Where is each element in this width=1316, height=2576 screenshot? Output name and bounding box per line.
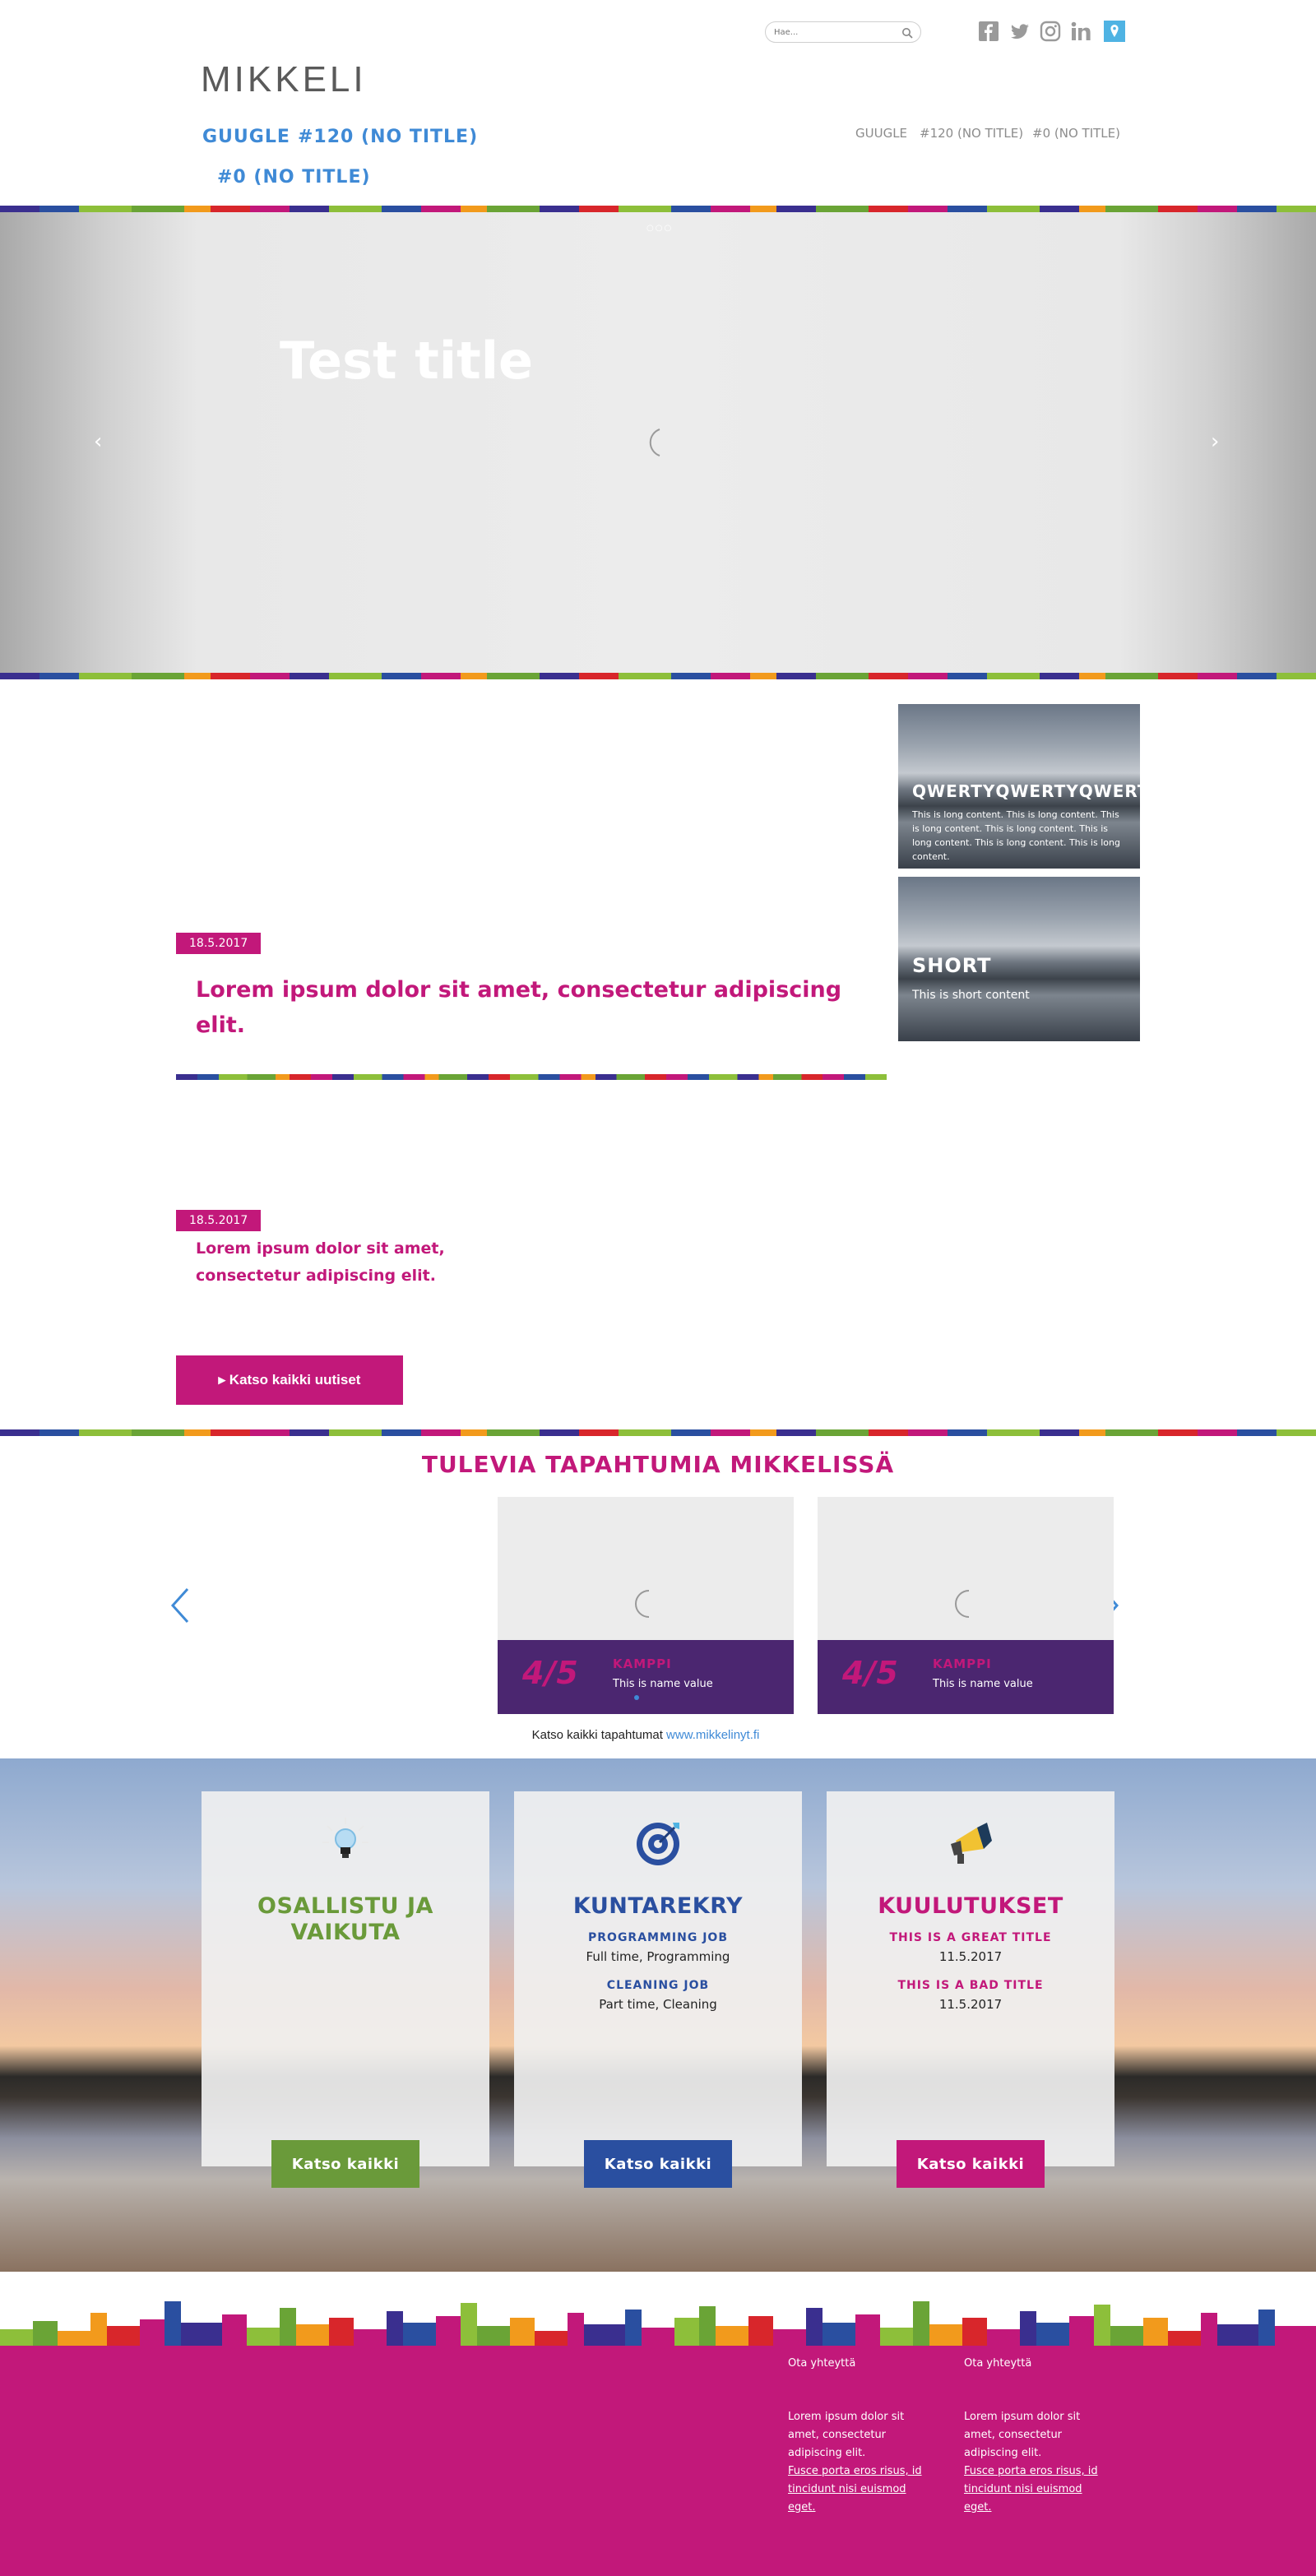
top-nav-item-0[interactable]: #0 (NO TITLE) xyxy=(1032,126,1120,141)
hero-prev-arrow[interactable]: ‹ xyxy=(94,429,102,454)
see-all-button[interactable]: Katso kaikki xyxy=(271,2140,419,2188)
service-box: KUNTAREKRY PROGRAMMING JOB Full time, Pr… xyxy=(514,1791,802,2166)
job-title[interactable]: CLEANING JOB xyxy=(514,1979,802,1992)
hero-indicator[interactable]: ○○○ xyxy=(646,224,673,233)
pixel-skyline-decoration xyxy=(0,2301,1316,2347)
side-card[interactable]: QWERTYQWERTYQWERTY This is long content.… xyxy=(898,704,1161,869)
events-footer: Katso kaikki tapahtumat www.mikkelinyt.f… xyxy=(0,1728,1291,1742)
megaphone-icon xyxy=(944,1816,997,1872)
top-nav-item-guugle[interactable]: GUUGLE xyxy=(855,126,907,141)
service-box: OSALLISTU JA VAIKUTA xyxy=(202,1791,489,2166)
event-name: This is name value xyxy=(933,1678,1033,1690)
hero-title: Test title xyxy=(280,331,534,391)
event-image xyxy=(818,1497,1114,1640)
job-details: Full time, Programming xyxy=(586,1949,730,1964)
facebook-icon[interactable] xyxy=(978,21,999,42)
main-nav-item-120[interactable]: #120 (NO TITLE) xyxy=(298,127,478,147)
search-icon[interactable] xyxy=(901,26,913,42)
side-card[interactable]: SHORT This is short content xyxy=(898,877,1140,1041)
target-icon xyxy=(632,1816,684,1872)
announcement-title[interactable]: THIS IS A BAD TITLE xyxy=(827,1979,1114,1992)
search-input[interactable] xyxy=(774,25,897,39)
footer-text: Lorem ipsum dolor sit amet, consectetur … xyxy=(788,2411,905,2459)
main-nav-item-guugle[interactable]: GUUGLE xyxy=(202,127,290,147)
linkedin-icon[interactable] xyxy=(1070,21,1091,42)
event-date: 4/5 xyxy=(522,1655,579,1691)
footer-heading: Ota yhteyttä xyxy=(964,2357,1032,2370)
site-footer: Ota yhteyttä Lorem ipsum dolor sit amet,… xyxy=(0,2346,1316,2576)
carousel-dot[interactable] xyxy=(634,1695,639,1700)
side-card-title: QWERTYQWERTYQWERTY xyxy=(912,781,1163,801)
search-box[interactable] xyxy=(765,21,921,43)
lightbulb-icon xyxy=(319,1816,372,1872)
rainbow-stripe xyxy=(0,1429,1316,1436)
news-title-link[interactable]: Lorem ipsum dolor sit amet, consectetur … xyxy=(196,972,846,1043)
news-date-badge: 18.5.2017 xyxy=(176,1210,262,1231)
service-title: KUULUTUKSET xyxy=(878,1893,1063,1919)
see-all-button[interactable]: Katso kaikki xyxy=(897,2140,1045,2188)
news-title-link[interactable]: Lorem ipsum dolor sit amet, consectetur … xyxy=(196,1235,492,1290)
announcement-title[interactable]: THIS IS A GREAT TITLE xyxy=(827,1931,1114,1944)
footer-column: Lorem ipsum dolor sit amet, consectetur … xyxy=(788,2408,936,2517)
footer-column: Lorem ipsum dolor sit amet, consectetur … xyxy=(964,2408,1112,2517)
announcement-date: 11.5.2017 xyxy=(938,1949,1003,1964)
main-nav-item-0[interactable]: #0 (NO TITLE) xyxy=(217,167,371,188)
news-date-badge: 18.5.2017 xyxy=(176,933,262,954)
news-divider-stripe xyxy=(176,1074,887,1080)
event-image xyxy=(498,1497,794,1640)
all-news-button[interactable]: ▸ Katso kaikki uutiset xyxy=(176,1355,403,1405)
map-pin-icon[interactable] xyxy=(1104,21,1125,42)
event-date: 4/5 xyxy=(842,1655,899,1691)
side-card-title: SHORT xyxy=(912,954,992,977)
event-place: KAMPPI xyxy=(613,1656,672,1671)
site-logo[interactable]: MIKKELI xyxy=(201,59,367,100)
rainbow-stripe xyxy=(0,206,1316,212)
events-footer-text: Katso kaikki tapahtumat xyxy=(531,1728,667,1742)
loading-spinner-icon xyxy=(638,426,671,462)
footer-text: Lorem ipsum dolor sit amet, consectetur … xyxy=(964,2411,1081,2459)
events-footer-link[interactable]: www.mikkelinyt.fi xyxy=(666,1728,759,1742)
event-info: 4/5 KAMPPI This is name value xyxy=(498,1640,794,1714)
side-card-text: This is short content xyxy=(912,989,1030,1002)
instagram-icon[interactable] xyxy=(1040,21,1061,42)
event-place: KAMPPI xyxy=(933,1656,992,1671)
rainbow-stripe xyxy=(0,673,1316,679)
announcement-date: 11.5.2017 xyxy=(938,1997,1003,2012)
service-title: OSALLISTU JA VAIKUTA xyxy=(257,1893,433,1945)
footer-heading: Ota yhteyttä xyxy=(788,2357,856,2370)
twitter-icon[interactable] xyxy=(1009,21,1031,42)
service-title: KUNTAREKRY xyxy=(572,1893,744,1919)
job-title[interactable]: PROGRAMMING JOB xyxy=(514,1931,802,1944)
event-info: 4/5 KAMPPI This is name value xyxy=(818,1640,1114,1714)
hero-next-arrow[interactable]: › xyxy=(1211,429,1219,454)
footer-link[interactable]: Fusce porta eros risus, id tincidunt nis… xyxy=(964,2465,1098,2513)
job-details: Part time, Cleaning xyxy=(599,1997,717,2012)
service-box: KUULUTUKSET THIS IS A GREAT TITLE 11.5.2… xyxy=(827,1791,1114,2166)
side-card-text: This is long content. This is long conte… xyxy=(912,809,1120,862)
events-title: TULEVIA TAPAHTUMIA MIKKELISSÄ xyxy=(421,1451,895,1478)
see-all-button[interactable]: Katso kaikki xyxy=(584,2140,732,2188)
event-card[interactable]: 4/5 KAMPPI This is name value xyxy=(498,1497,794,1714)
top-nav-item-120[interactable]: #120 (NO TITLE) xyxy=(920,126,1023,141)
event-name: This is name value xyxy=(613,1678,713,1690)
event-card[interactable]: 4/5 KAMPPI This is name value xyxy=(818,1497,1114,1714)
footer-link[interactable]: Fusce porta eros risus, id tincidunt nis… xyxy=(788,2465,922,2513)
events-prev-arrow[interactable] xyxy=(168,1586,192,1629)
